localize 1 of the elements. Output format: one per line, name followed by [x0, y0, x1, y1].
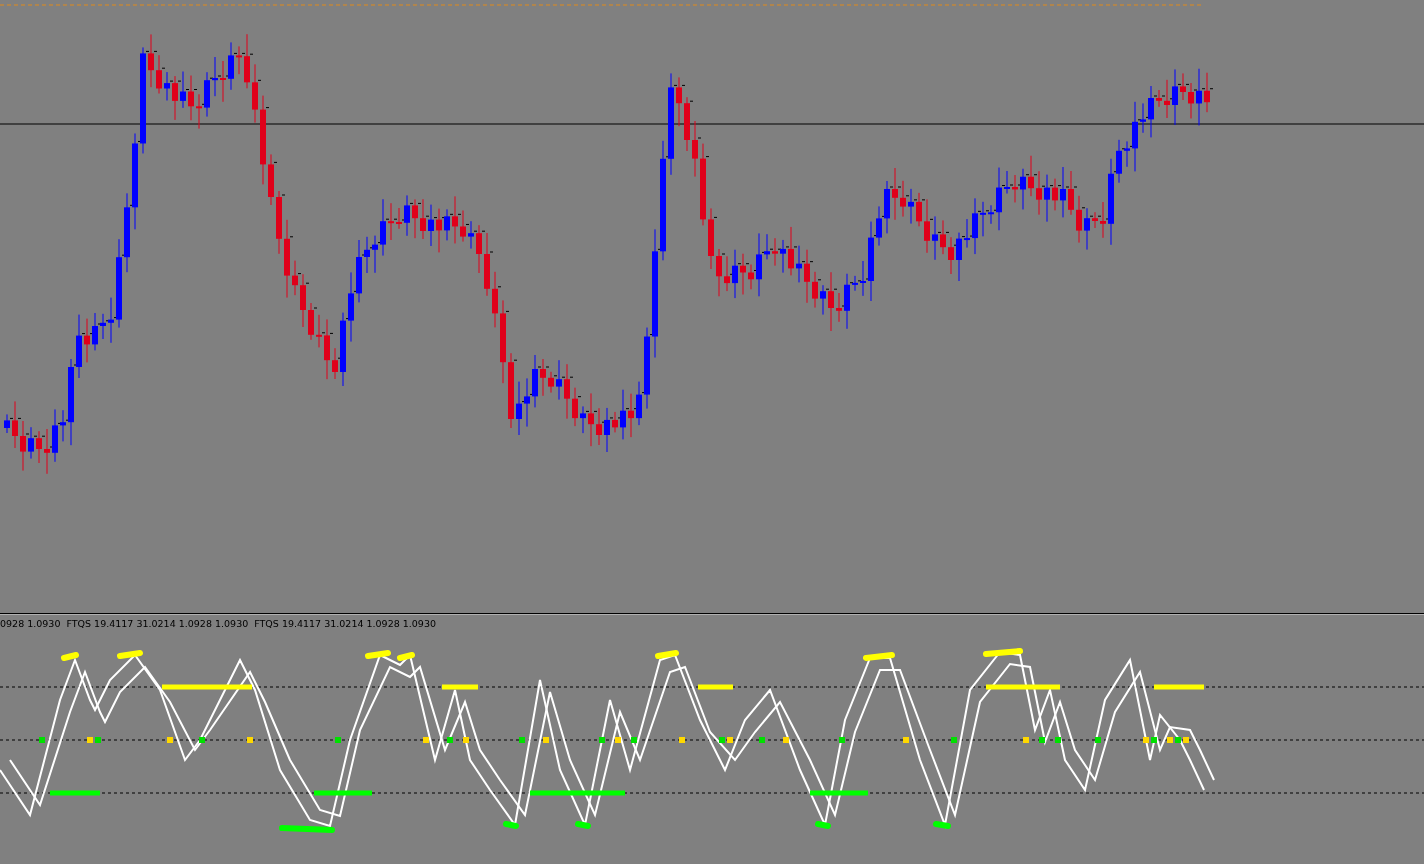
indicator-label: 0928 1.0930 FTQS 19.4117 31.0214 1.0928 1.0930 FTQS 19.4117 31.0214 1.0928 1.0930 — [0, 617, 437, 631]
